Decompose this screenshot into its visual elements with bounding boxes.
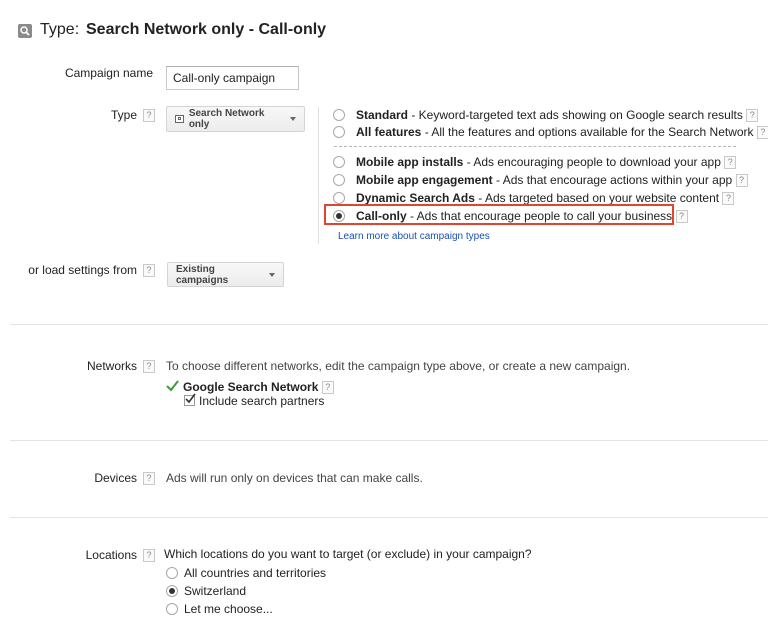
radio-standard[interactable] [333, 109, 345, 121]
locations-question: Which locations do you want to target (o… [164, 547, 532, 561]
campaign-name-input[interactable] [166, 66, 299, 90]
google-search-network: Google Search Network ? [183, 380, 334, 395]
option-mobile-app-engagement: Mobile app engagement - Ads that encoura… [356, 173, 748, 188]
section-divider [10, 324, 768, 325]
devices-label: Devices [94, 471, 137, 485]
all-features-help-icon[interactable]: ? [756, 126, 768, 140]
campaign-type-dropdown-label: Search Network only [188, 108, 265, 130]
option-mobile-app-installs-desc: - Ads encouraging people to download you… [463, 155, 721, 169]
learn-more-link[interactable]: Learn more about campaign types [338, 231, 490, 242]
campaign-type-dropdown[interactable]: Search Network only [166, 106, 305, 132]
option-standard-name: Standard [356, 108, 409, 122]
campaign-name-label: Campaign name [64, 66, 153, 80]
search-icon [18, 24, 32, 38]
option-mobile-app-engagement-name: Mobile app engagement [356, 173, 493, 187]
existing-campaigns-dropdown-label: Existing campaigns [176, 263, 229, 286]
search-network-help-icon[interactable]: ? [321, 381, 334, 395]
chevron-down-icon [290, 117, 296, 121]
option-dynamic-search-ads-name: Dynamic Search Ads [356, 191, 475, 205]
google-search-network-name: Google Search Network [183, 380, 319, 394]
networks-label: Networks [86, 359, 137, 373]
radio-mobile-app-installs[interactable] [333, 156, 345, 168]
option-standard: Standard - Keyword-targeted text ads sho… [356, 108, 759, 123]
radio-all-countries[interactable] [166, 567, 178, 579]
mobile-app-engagement-help-icon[interactable]: ? [735, 174, 748, 188]
section-divider [10, 440, 768, 441]
option-mobile-app-engagement-desc: - Ads that encourage actions within your… [492, 173, 733, 187]
option-mobile-app-installs-name: Mobile app installs [356, 155, 464, 169]
existing-campaigns-dropdown[interactable]: Existing campaigns [167, 262, 284, 287]
divider-vertical [318, 107, 319, 244]
radio-let-me-choose[interactable] [166, 603, 178, 615]
mobile-app-installs-help-icon[interactable]: ? [724, 156, 737, 170]
page-title: Search Network only - Call-only [86, 21, 327, 38]
dynamic-search-ads-help-icon[interactable]: ? [722, 192, 735, 206]
radio-mobile-app-engagement[interactable] [333, 174, 345, 186]
option-standard-desc: - Keyword-targeted text ads showing on G… [408, 108, 743, 122]
checkmark-icon [166, 380, 179, 392]
call-only-help-icon[interactable]: ? [675, 210, 688, 224]
include-partners-label: Include search partners [199, 394, 325, 408]
radio-all-features[interactable] [333, 126, 345, 138]
locations-help-icon[interactable]: ? [143, 549, 155, 562]
load-settings-help-icon[interactable]: ? [143, 264, 155, 277]
type-label: Type [110, 108, 137, 122]
option-all-features-desc: - All the features and options available… [421, 125, 754, 139]
option-all-features: All features - All the features and opti… [356, 125, 768, 140]
call-only-highlight [324, 204, 674, 225]
option-all-countries: All countries and territories [184, 566, 327, 580]
section-divider [10, 517, 768, 518]
radio-dynamic-search-ads[interactable] [333, 192, 345, 204]
chevron-down-icon [269, 272, 275, 277]
standard-help-icon[interactable]: ? [746, 109, 759, 123]
include-partners-checkbox[interactable] [184, 393, 196, 406]
load-settings-label: or load settings from [28, 263, 137, 277]
radio-switzerland[interactable] [166, 585, 178, 597]
option-all-features-name: All features [356, 125, 422, 139]
option-mobile-app-installs: Mobile app installs - Ads encouraging pe… [356, 155, 737, 170]
networks-description: To choose different networks, edit the c… [166, 359, 631, 373]
networks-help-icon[interactable]: ? [143, 360, 155, 373]
type-help-icon[interactable]: ? [143, 109, 155, 122]
option-switzerland: Switzerland [184, 584, 247, 598]
options-divider [334, 146, 736, 147]
option-dynamic-search-ads-desc: - Ads targeted based on your website con… [474, 191, 720, 205]
network-icon [175, 115, 184, 123]
devices-help-icon[interactable]: ? [143, 472, 155, 485]
option-let-me-choose: Let me choose... [184, 602, 273, 616]
page-title-prefix: Type: [40, 21, 80, 38]
devices-description: Ads will run only on devices that can ma… [166, 471, 423, 485]
locations-label: Locations [85, 548, 137, 562]
